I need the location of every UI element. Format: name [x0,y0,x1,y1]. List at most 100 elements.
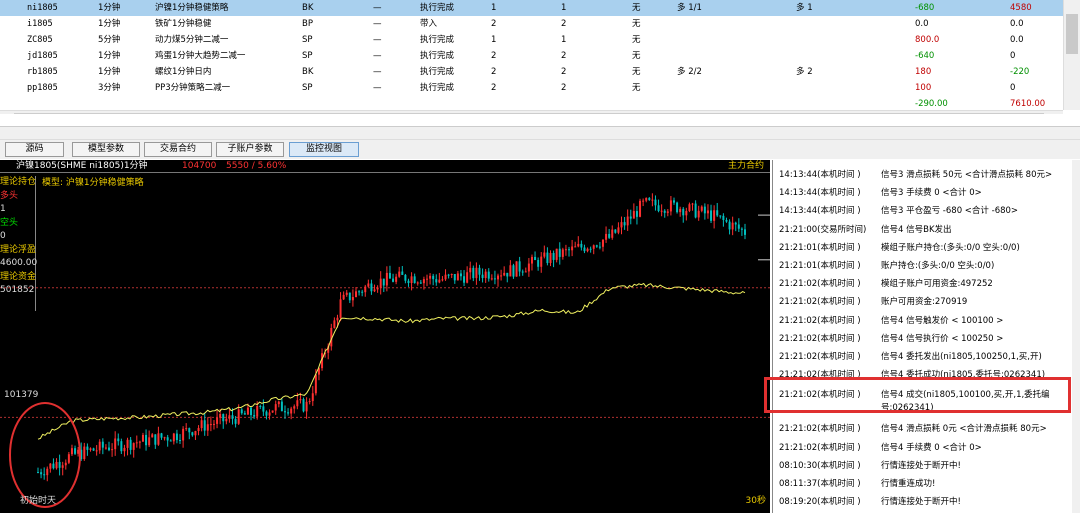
candle-body [493,278,496,280]
candle-body [373,289,376,292]
candle-body [222,414,225,422]
panel-splitter[interactable] [0,126,1080,140]
cell-v1: 0.0 [915,19,929,29]
candle-body [123,447,126,452]
tab-model-params[interactable]: 模型参数 [72,142,140,157]
candle-body [283,411,286,413]
candle-body [342,294,345,300]
log-time: 14:13:44(本机时间 ) [779,170,861,180]
candle-body [160,433,163,438]
candle-body [126,439,129,448]
candle-body [478,267,481,275]
candle-body [86,446,89,450]
candle-body [429,275,432,279]
candle-body [108,447,111,451]
log-message: 信号4 信号执行价 < 100250 > [881,333,1004,344]
cell-strategy: 鸡蛋1分钟大趋势二减一 [155,51,246,61]
candle-body [141,434,144,442]
cell-dash: — [373,35,382,45]
cell-dash: — [373,51,382,61]
price-chart[interactable]: 沪镍1805(SHME ni1805)1分钟 104700 5550 / 5.6… [0,160,770,513]
table-row[interactable]: rb1805 1分钟 螺纹1分钟日内 BK — 执行完成 2 2 无 多 2/2 多 2 180 -22… [0,64,1063,80]
candle-body [574,246,577,248]
candle-body [376,287,379,290]
candle-body [243,413,246,415]
cell-a: 2 [491,51,497,61]
table-row[interactable]: ni1805 1分钟 沪镍1分钟稳健策略 BK — 执行完成 1 1 无 多 1/1 多 1 -680… [0,0,1063,16]
candle-body [571,246,574,251]
log-message: 账户可用资金:270919 [881,297,968,308]
log-entry: 14:13:44(本机时间 ) 信号3 滑点损耗 50元 <合计滑点损耗 80元> [777,166,1067,184]
table-horizontal-scrollbar[interactable] [0,110,1063,114]
candle-body [706,210,709,214]
log-time: 14:13:44(本机时间 ) [779,206,861,217]
log-entry: 21:21:02(本机时间 ) 信号4 委托发出(ni1805,100250,1,… [777,348,1067,366]
candle-body [40,472,43,475]
candle-body [580,243,583,248]
candle-body [58,461,61,468]
tab-monitor-view[interactable]: 监控视图 [289,142,359,157]
chart-change: 5550 / 5.60% [226,161,287,171]
log-message: 信号3 滑点损耗 50元 <合计滑点损耗 80元> [881,170,1053,180]
candle-body [568,249,571,251]
log-time: 08:11:37(本机时间 ) [779,479,861,489]
candle-body [540,256,543,267]
table-row[interactable]: jd1805 1分钟 鸡蛋1分钟大趋势二减一 SP — 执行完成 2 2 无 -640 0 [0,48,1063,64]
log-message: 账户持仓:(多头:0/0 空头:0/0) [881,261,995,271]
table-hscroll-thumb[interactable] [14,113,1044,114]
cell-a: 2 [491,67,497,77]
candle-body [274,404,277,411]
candle-body [654,199,657,206]
candle-body [70,448,73,455]
candle-body [311,393,314,402]
candle-body [271,410,274,413]
candle-body [620,222,623,228]
log-vertical-scrollbar[interactable] [1072,160,1080,513]
candle-body [345,292,348,295]
tab-sub-account-params[interactable]: 子账户参数 [216,142,284,157]
candle-body [740,228,743,230]
table-row[interactable]: ZC805 5分钟 动力煤5分钟二减一 SP — 执行完成 1 1 无 800.0 0.0 [0,32,1063,48]
tab-trade-contract[interactable]: 交易合约 [144,142,212,157]
candle-body [497,275,500,280]
candle-body [259,406,262,408]
candle-body [663,210,666,213]
table-vscroll-thumb[interactable] [1066,14,1078,54]
candle-body [104,447,107,449]
candle-body [157,433,160,445]
candle-body [92,448,95,451]
cell-b: 1 [561,3,567,13]
cell-dash: — [373,19,382,29]
table-row[interactable]: i1805 1分钟 铁矿1分钟稳健 BP — 带入 2 2 无 0.0 0.0 [0,16,1063,32]
candle-body [632,211,635,219]
candle-body [55,461,58,469]
cell-v2: 0 [1010,83,1016,93]
candle-body [716,210,719,216]
cell-v2: 4580 [1010,3,1032,13]
candle-body [413,276,416,284]
candle-body [185,428,188,430]
table-row[interactable]: pp1805 3分钟 PP3分钟策略二减一 SP — 执行完成 2 2 无 100 0 [0,80,1063,96]
candle-body [287,412,290,414]
cell-a: 1 [491,35,497,45]
log-time: 21:21:02(本机时间 ) [779,424,861,435]
cell-v1: 180 [915,67,932,77]
candle-body [441,279,444,281]
candle-body [416,282,419,284]
table-vertical-scrollbar[interactable] [1063,0,1080,110]
candle-body [549,252,552,264]
cell-status: 执行完成 [420,83,455,93]
signal-log-panel[interactable]: 14:13:44(本机时间 ) 信号3 滑点损耗 50元 <合计滑点损耗 80元>… [772,160,1080,513]
candle-body [364,286,367,293]
short-value: 0 [0,231,6,241]
cell-status: 带入 [420,19,438,29]
candle-body [518,261,521,272]
candle-body [688,204,691,211]
candle-body [645,198,648,201]
candle-body [148,437,151,446]
tab-source[interactable]: 源码 [5,142,64,157]
candle-body [642,200,645,202]
log-entry: 08:11:37(本机时间 ) 行情重连成功! [777,475,1067,493]
log-entry: 21:21:01(本机时间 ) 账户持仓:(多头:0/0 空头:0/0) [777,257,1067,275]
cell-type: SP [302,51,313,61]
